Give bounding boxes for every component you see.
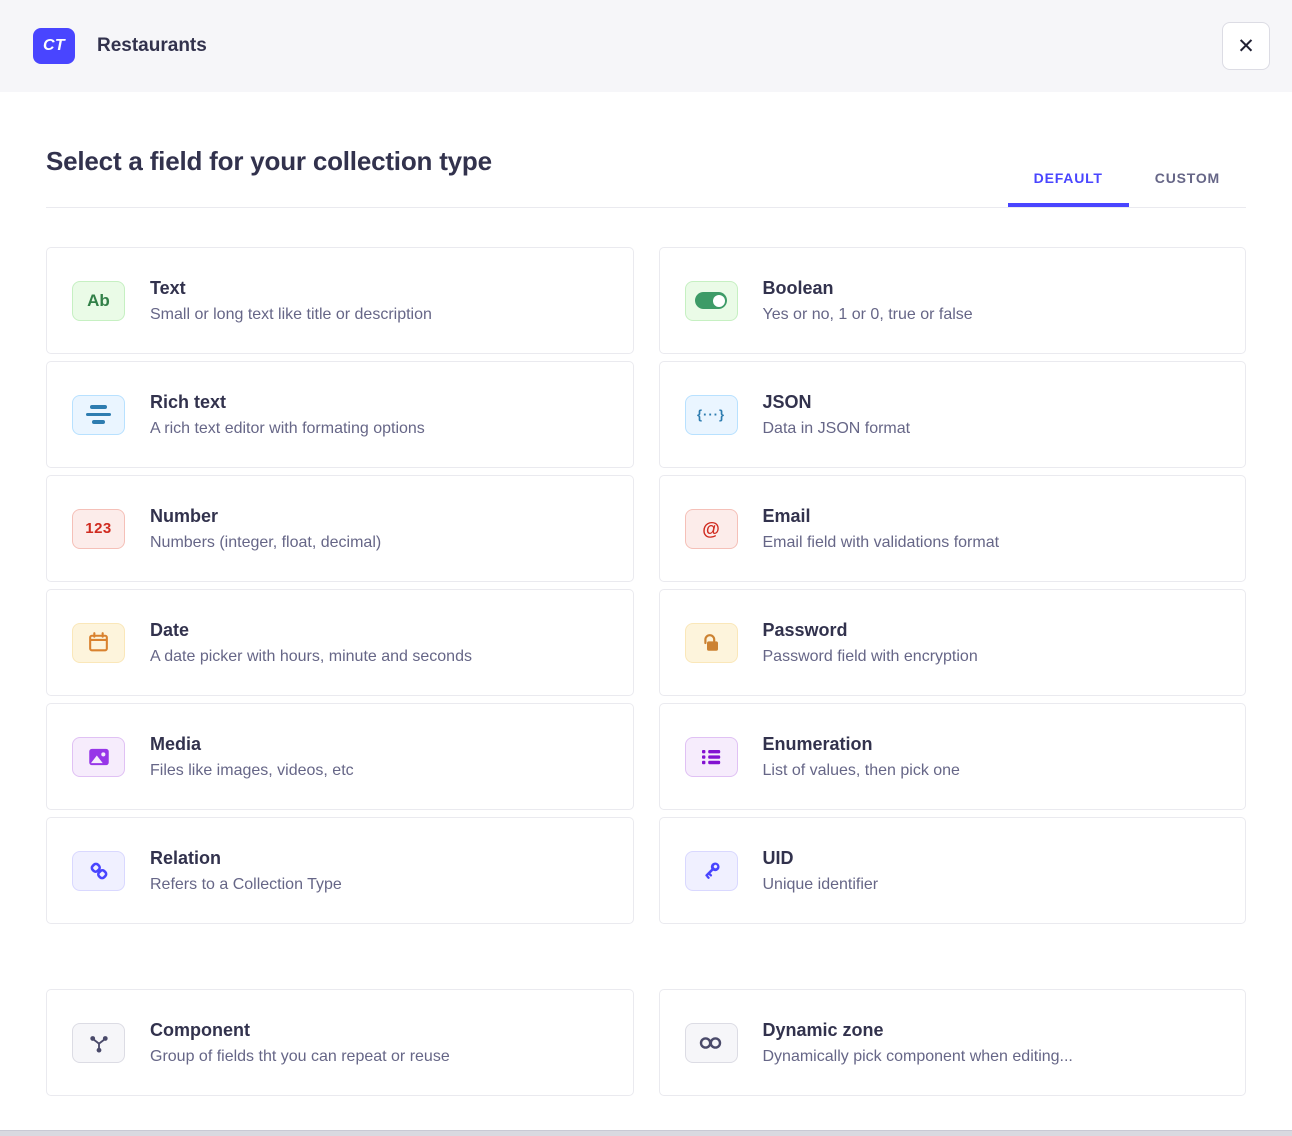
field-name: Media xyxy=(150,734,354,755)
field-description: Password field with encryption xyxy=(763,648,978,666)
field-name: UID xyxy=(763,848,879,869)
json-braces-icon: {···} xyxy=(685,395,738,435)
rich-text-icon xyxy=(72,395,125,435)
chain-link-icon xyxy=(72,851,125,891)
default-fields-grid: Ab Text Small or long text like title or… xyxy=(46,247,1246,924)
field-card-text: Component Group of fields tht you can re… xyxy=(150,1020,450,1066)
field-description: Refers to a Collection Type xyxy=(150,876,342,894)
field-card-email[interactable]: @ Email Email field with validations for… xyxy=(659,475,1247,582)
field-name: Email xyxy=(763,506,1000,527)
field-name: Boolean xyxy=(763,278,973,299)
close-icon: ✕ xyxy=(1237,36,1255,57)
component-nodes-icon xyxy=(72,1023,125,1063)
field-card-text: Text Small or long text like title or de… xyxy=(150,278,432,324)
field-description: Unique identifier xyxy=(763,876,879,894)
field-card-text: UID Unique identifier xyxy=(763,848,879,894)
modal-body: Select a field for your collection type … xyxy=(0,92,1292,1136)
field-name: Date xyxy=(150,620,472,641)
field-description: A rich text editor with formating option… xyxy=(150,420,425,438)
padlock-icon xyxy=(685,623,738,663)
field-card-text: Dynamic zone Dynamically pick component … xyxy=(763,1020,1073,1066)
field-card-text: Number Numbers (integer, float, decimal) xyxy=(150,506,381,552)
bullet-list-icon xyxy=(685,737,738,777)
add-field-modal: CT Restaurants ✕ Select a field for your… xyxy=(0,0,1292,1136)
email-at-icon: @ xyxy=(685,509,738,549)
media-picture-icon xyxy=(72,737,125,777)
field-card-text: JSON Data in JSON format xyxy=(763,392,911,438)
field-description: A date picker with hours, minute and sec… xyxy=(150,648,472,666)
modal-header-left: CT Restaurants xyxy=(33,28,207,64)
infinity-icon xyxy=(685,1023,738,1063)
field-card-text: Date A date picker with hours, minute an… xyxy=(150,620,472,666)
field-card-media[interactable]: Media Files like images, videos, etc xyxy=(46,703,634,810)
field-card-date[interactable]: Date A date picker with hours, minute an… xyxy=(46,589,634,696)
field-card-text[interactable]: Ab Text Small or long text like title or… xyxy=(46,247,634,354)
field-name: Number xyxy=(150,506,381,527)
text-icon: Ab xyxy=(72,281,125,321)
page-title: Select a field for your collection type xyxy=(46,146,492,207)
key-icon xyxy=(685,851,738,891)
field-description: Numbers (integer, float, decimal) xyxy=(150,534,381,552)
number-icon: 123 xyxy=(72,509,125,549)
field-card-enumeration[interactable]: Enumeration List of values, then pick on… xyxy=(659,703,1247,810)
field-description: Dynamically pick component when editing.… xyxy=(763,1048,1073,1066)
field-card-number[interactable]: 123 Number Numbers (integer, float, deci… xyxy=(46,475,634,582)
field-card-text: Boolean Yes or no, 1 or 0, true or false xyxy=(763,278,973,324)
field-name: Dynamic zone xyxy=(763,1020,1073,1041)
field-source-tabs: DEFAULT CUSTOM xyxy=(1008,170,1246,207)
field-card-text: Relation Refers to a Collection Type xyxy=(150,848,342,894)
collection-name: Restaurants xyxy=(97,35,207,57)
field-card-text: Password Password field with encryption xyxy=(763,620,978,666)
field-card-boolean[interactable]: Boolean Yes or no, 1 or 0, true or false xyxy=(659,247,1247,354)
field-card-dynamic-zone[interactable]: Dynamic zone Dynamically pick component … xyxy=(659,989,1247,1096)
field-name: Rich text xyxy=(150,392,425,413)
field-card-text: Enumeration List of values, then pick on… xyxy=(763,734,960,780)
field-card-component[interactable]: Component Group of fields tht you can re… xyxy=(46,989,634,1096)
field-description: Yes or no, 1 or 0, true or false xyxy=(763,306,973,324)
field-card-text: Rich text A rich text editor with format… xyxy=(150,392,425,438)
field-description: Email field with validations format xyxy=(763,534,1000,552)
field-name: Enumeration xyxy=(763,734,960,755)
field-description: Small or long text like title or descrip… xyxy=(150,306,432,324)
field-card-uid[interactable]: UID Unique identifier xyxy=(659,817,1247,924)
field-name: Component xyxy=(150,1020,450,1041)
field-name: Text xyxy=(150,278,432,299)
collection-type-badge: CT xyxy=(33,28,75,64)
tab-custom[interactable]: CUSTOM xyxy=(1129,170,1246,207)
field-card-relation[interactable]: Relation Refers to a Collection Type xyxy=(46,817,634,924)
field-card-text: Email Email field with validations forma… xyxy=(763,506,1000,552)
field-description: List of values, then pick one xyxy=(763,762,960,780)
field-card-rich-text[interactable]: Rich text A rich text editor with format… xyxy=(46,361,634,468)
field-card-json[interactable]: {···} JSON Data in JSON format xyxy=(659,361,1247,468)
calendar-icon xyxy=(72,623,125,663)
field-description: Group of fields tht you can repeat or re… xyxy=(150,1048,450,1066)
field-card-text: Media Files like images, videos, etc xyxy=(150,734,354,780)
field-card-password[interactable]: Password Password field with encryption xyxy=(659,589,1247,696)
boolean-toggle-icon xyxy=(685,281,738,321)
field-description: Data in JSON format xyxy=(763,420,911,438)
footer-edge-divider xyxy=(0,1130,1292,1136)
field-description: Files like images, videos, etc xyxy=(150,762,354,780)
title-row: Select a field for your collection type … xyxy=(46,146,1246,208)
field-name: Password xyxy=(763,620,978,641)
close-button[interactable]: ✕ xyxy=(1222,22,1270,70)
field-name: Relation xyxy=(150,848,342,869)
field-name: JSON xyxy=(763,392,911,413)
modal-header: CT Restaurants ✕ xyxy=(0,0,1292,92)
tab-default[interactable]: DEFAULT xyxy=(1008,170,1129,207)
structural-fields-grid: Component Group of fields tht you can re… xyxy=(46,989,1246,1096)
